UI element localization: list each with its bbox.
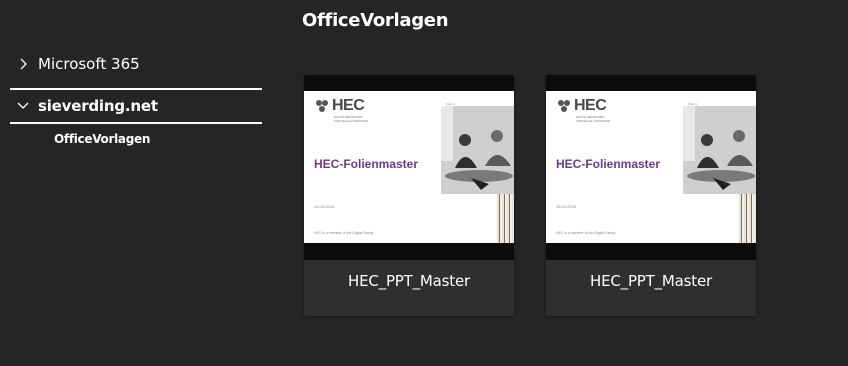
slide-decoration [497, 194, 514, 243]
hec-logo: HEC [556, 97, 607, 115]
template-name: HEC_PPT_Master [590, 272, 712, 290]
template-card[interactable]: HEC ECHTE MENSCHEN. VIRTUELLE LÖSUNGEN. … [546, 75, 756, 316]
slide-date: 15.04.2016 [314, 204, 335, 209]
template-name: HEC_PPT_Master [348, 272, 470, 290]
template-thumbnail: HEC ECHTE MENSCHEN. VIRTUELLE LÖSUNGEN. … [304, 75, 514, 260]
slide-tagline: ECHTE MENSCHEN. VIRTUELLE LÖSUNGEN. [334, 115, 369, 123]
nav-item-microsoft-365[interactable]: Microsoft 365 [10, 46, 262, 82]
chevron-right-icon [20, 58, 27, 70]
hec-logo: HEC [314, 97, 365, 115]
hec-logo-mark-icon [316, 100, 328, 112]
slide-footer: HEC is a member of the Digital Family [556, 231, 616, 235]
slide-title: HEC-Folienmaster [314, 157, 419, 171]
slide-tagline: ECHTE MENSCHEN. VIRTUELLE LÖSUNGEN. [576, 115, 611, 123]
nav-item-label: sieverding.net [38, 97, 158, 115]
slide-photo [683, 106, 756, 194]
page-title: OfficeVorlagen [302, 10, 449, 31]
template-card[interactable]: HEC ECHTE MENSCHEN. VIRTUELLE LÖSUNGEN. … [304, 75, 514, 316]
nav-item-label: Microsoft 365 [38, 55, 140, 73]
slide-footer: HEC is a member of the Digital Family [314, 231, 374, 235]
slide-title: HEC-Folienmaster [556, 157, 661, 171]
template-thumbnail: HEC ECHTE MENSCHEN. VIRTUELLE LÖSUNGEN. … [546, 75, 756, 260]
hec-logo-mark-icon [558, 100, 570, 112]
slide-decoration [739, 194, 756, 243]
slide-date: 15.04.2016 [556, 204, 577, 209]
folder-navigation: Microsoft 365 sieverding.net OfficeVorla… [10, 46, 262, 146]
nav-subitem-officevorlagen[interactable]: OfficeVorlagen [54, 132, 262, 146]
nav-item-sieverding-net[interactable]: sieverding.net [10, 88, 262, 124]
slide-preview: HEC ECHTE MENSCHEN. VIRTUELLE LÖSUNGEN. … [546, 91, 756, 243]
chevron-down-icon [17, 102, 29, 109]
slide-preview: HEC ECHTE MENSCHEN. VIRTUELLE LÖSUNGEN. … [304, 91, 514, 243]
slide-photo [441, 106, 514, 194]
